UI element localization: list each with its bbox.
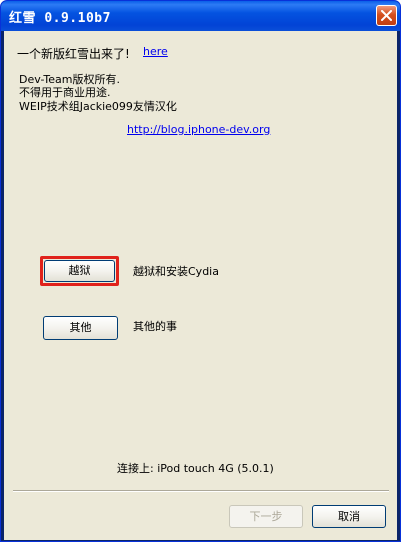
footer-divider [13,490,389,492]
title-bar[interactable]: 红雪 0.9.10b7 [1,1,400,31]
extras-button[interactable]: 其他 [43,316,118,340]
jailbreak-button[interactable]: 越狱 [44,260,115,282]
close-icon [381,10,392,21]
cancel-button[interactable]: 取消 [312,505,386,528]
close-button[interactable] [376,5,397,26]
new-version-text: 一个新版红雪出来了! [17,47,130,61]
credit-line-3: WEIP技术组Jackie099友情汉化 [19,100,177,113]
next-button[interactable]: 下一步 [229,505,303,528]
blog-link[interactable]: http://blog.iphone-dev.org [127,123,270,136]
extras-description: 其他的事 [133,320,177,333]
dialog-window: 红雪 0.9.10b7 一个新版红雪出来了! here Dev-Team版权所有… [0,0,401,542]
dialog-content: 一个新版红雪出来了! here Dev-Team版权所有. 不得用于商业用途. … [4,31,397,540]
window-title: 红雪 0.9.10b7 [9,11,111,26]
connection-status: 连接上: iPod touch 4G (5.0.1) [117,462,274,475]
jailbreak-description: 越狱和安装Cydia [133,265,219,278]
new-version-link[interactable]: here [143,45,168,58]
